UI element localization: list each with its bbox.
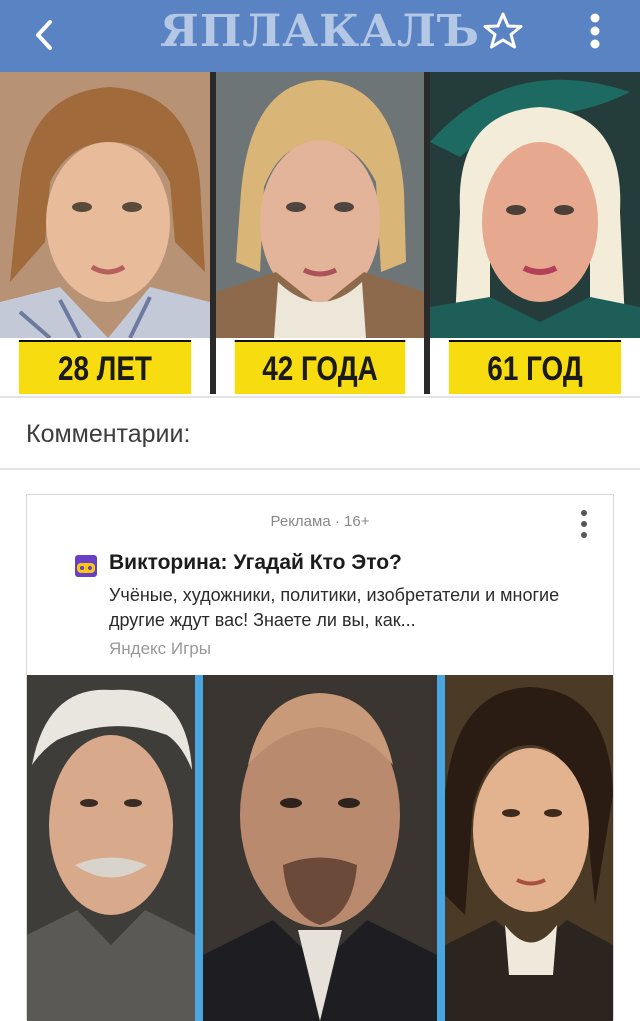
separator-bottom bbox=[0, 468, 640, 470]
portrait-older-woman bbox=[430, 72, 640, 338]
photo-panel-3: 61 ГОД bbox=[430, 72, 640, 394]
portrait-poet bbox=[445, 675, 613, 1021]
site-logo[interactable]: ЯПЛАКАЛЪ bbox=[0, 6, 640, 57]
separator-top bbox=[0, 396, 640, 398]
age-label-61: 61 ГОД bbox=[448, 340, 622, 394]
portrait-young-woman bbox=[0, 72, 210, 338]
ad-title[interactable]: Викторина: Угадай Кто Это? bbox=[109, 551, 402, 575]
portrait-politician bbox=[203, 675, 437, 1021]
more-menu-icon[interactable] bbox=[578, 6, 612, 56]
portrait-middle-aged-woman bbox=[216, 72, 424, 338]
ad-more-icon[interactable] bbox=[573, 505, 595, 545]
ad-image-collage[interactable] bbox=[27, 675, 613, 1021]
ad-source: Яндекс Игры bbox=[109, 639, 211, 658]
age-comparison-image: 28 ЛЕТ 42 ГОДА 61 ГОД bbox=[0, 72, 640, 394]
game-quiz-icon bbox=[75, 555, 97, 577]
ad-description: Учёные, художники, политики, изобретател… bbox=[109, 585, 560, 630]
photo-panel-1: 28 ЛЕТ bbox=[0, 72, 210, 394]
ad-label: Реклама · 16+ bbox=[270, 513, 370, 530]
comments-heading: Комментарии: bbox=[26, 420, 191, 448]
photo-panel-2: 42 ГОДА bbox=[216, 72, 424, 394]
portrait-scientist bbox=[27, 675, 195, 1021]
ad-card[interactable]: Реклама · 16+ Викторина: Угадай Кто Это?… bbox=[26, 494, 614, 1021]
age-label-42: 42 ГОДА bbox=[234, 340, 406, 394]
favorite-star-icon[interactable] bbox=[478, 6, 528, 56]
top-app-bar: ЯПЛАКАЛЪ bbox=[0, 0, 640, 72]
age-label-28: 28 ЛЕТ bbox=[18, 340, 192, 394]
